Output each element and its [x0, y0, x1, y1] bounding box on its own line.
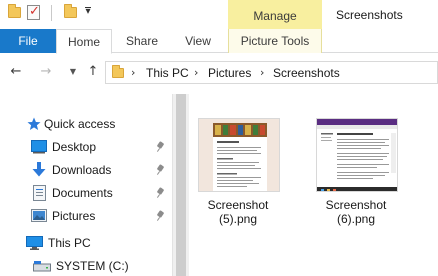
customize-toolbar-dropdown-icon[interactable]: ▾ [83, 6, 93, 18]
back-arrow-icon[interactable]: ← [8, 64, 24, 80]
tab-picture-tools[interactable]: Picture Tools [228, 29, 322, 53]
sidebar-item-desktop[interactable]: Desktop [0, 136, 172, 159]
folder-icon[interactable] [8, 4, 21, 18]
sidebar-item-documents[interactable]: Documents [0, 182, 172, 205]
pin-icon[interactable] [156, 141, 166, 153]
image-thumbnail [316, 118, 398, 192]
file-list-area: Screenshot (5).png Screenshot (6).png [190, 94, 438, 276]
sidebar-item-downloads[interactable]: Downloads [0, 159, 172, 182]
up-arrow-icon[interactable]: ↑ [85, 64, 101, 80]
address-bar[interactable]: › This PC › Pictures › Screenshots [105, 61, 438, 84]
recent-locations-chevron-icon[interactable]: ▼ [65, 64, 81, 80]
sidebar-item-label: Quick access [44, 117, 116, 131]
sidebar-item-quick-access[interactable]: Quick access [0, 113, 172, 136]
navigation-pane-scrollbar[interactable] [172, 94, 189, 276]
tab-file[interactable]: File [0, 29, 56, 53]
sidebar-item-label: This PC [48, 236, 91, 250]
pin-icon[interactable] [156, 187, 166, 199]
title-bar: ✓ ▾ Manage Screenshots [0, 0, 438, 29]
sidebar-item-label: SYSTEM (C:) [56, 259, 129, 273]
sidebar-item-label: Pictures [52, 209, 96, 223]
folder-icon [112, 65, 124, 78]
download-arrow-icon [32, 162, 46, 177]
file-name: Screenshot (5).png [207, 198, 269, 226]
navigation-bar: ← → ▼ ↑ › This PC › Pictures › Screensho… [0, 54, 438, 92]
file-item-screenshot-5[interactable]: Screenshot (5).png [190, 118, 286, 238]
sidebar-item-label: Downloads [52, 163, 112, 177]
sidebar-item-label: Documents [52, 186, 113, 200]
sidebar-item-this-pc[interactable]: This PC [0, 232, 172, 255]
forward-arrow-icon[interactable]: → [38, 64, 54, 80]
file-item-screenshot-6[interactable]: Screenshot (6).png [308, 118, 404, 238]
desktop-folder-icon [31, 140, 47, 154]
breadcrumb-chevron-icon[interactable]: › [131, 66, 135, 79]
breadcrumb-chevron-icon[interactable]: › [194, 66, 198, 79]
breadcrumb-pictures[interactable]: Pictures [208, 66, 251, 80]
navigation-pane: Quick access Desktop Downloads Documents [0, 104, 172, 276]
toolbar-separator [51, 5, 52, 21]
sidebar-item-system-drive[interactable]: SYSTEM (C:) [0, 255, 172, 276]
sidebar-item-label: Desktop [52, 140, 97, 154]
ribbon-tabs: File Home Share View Picture Tools [0, 29, 438, 54]
pin-icon[interactable] [156, 210, 166, 222]
new-folder-icon[interactable] [64, 4, 77, 18]
pictures-icon [31, 209, 47, 222]
scrollbar-thumb[interactable] [176, 94, 186, 276]
pin-icon[interactable] [156, 164, 166, 176]
breadcrumb-chevron-icon[interactable]: › [260, 66, 264, 79]
drive-icon [33, 261, 51, 272]
tab-view[interactable]: View [172, 29, 224, 53]
breadcrumb-this-pc[interactable]: This PC [146, 66, 189, 80]
properties-icon[interactable]: ✓ [27, 4, 40, 20]
tab-share[interactable]: Share [116, 29, 168, 53]
star-icon [27, 117, 41, 130]
tab-home[interactable]: Home [56, 29, 112, 54]
documents-icon [33, 185, 46, 201]
breadcrumb-screenshots[interactable]: Screenshots [273, 66, 340, 80]
window-title: Screenshots [336, 8, 403, 22]
manage-contextual-tab[interactable]: Manage [228, 0, 322, 29]
computer-icon [26, 236, 43, 250]
file-name: Screenshot (6).png [325, 198, 387, 226]
sidebar-item-pictures[interactable]: Pictures [0, 205, 172, 228]
image-thumbnail [198, 118, 280, 192]
